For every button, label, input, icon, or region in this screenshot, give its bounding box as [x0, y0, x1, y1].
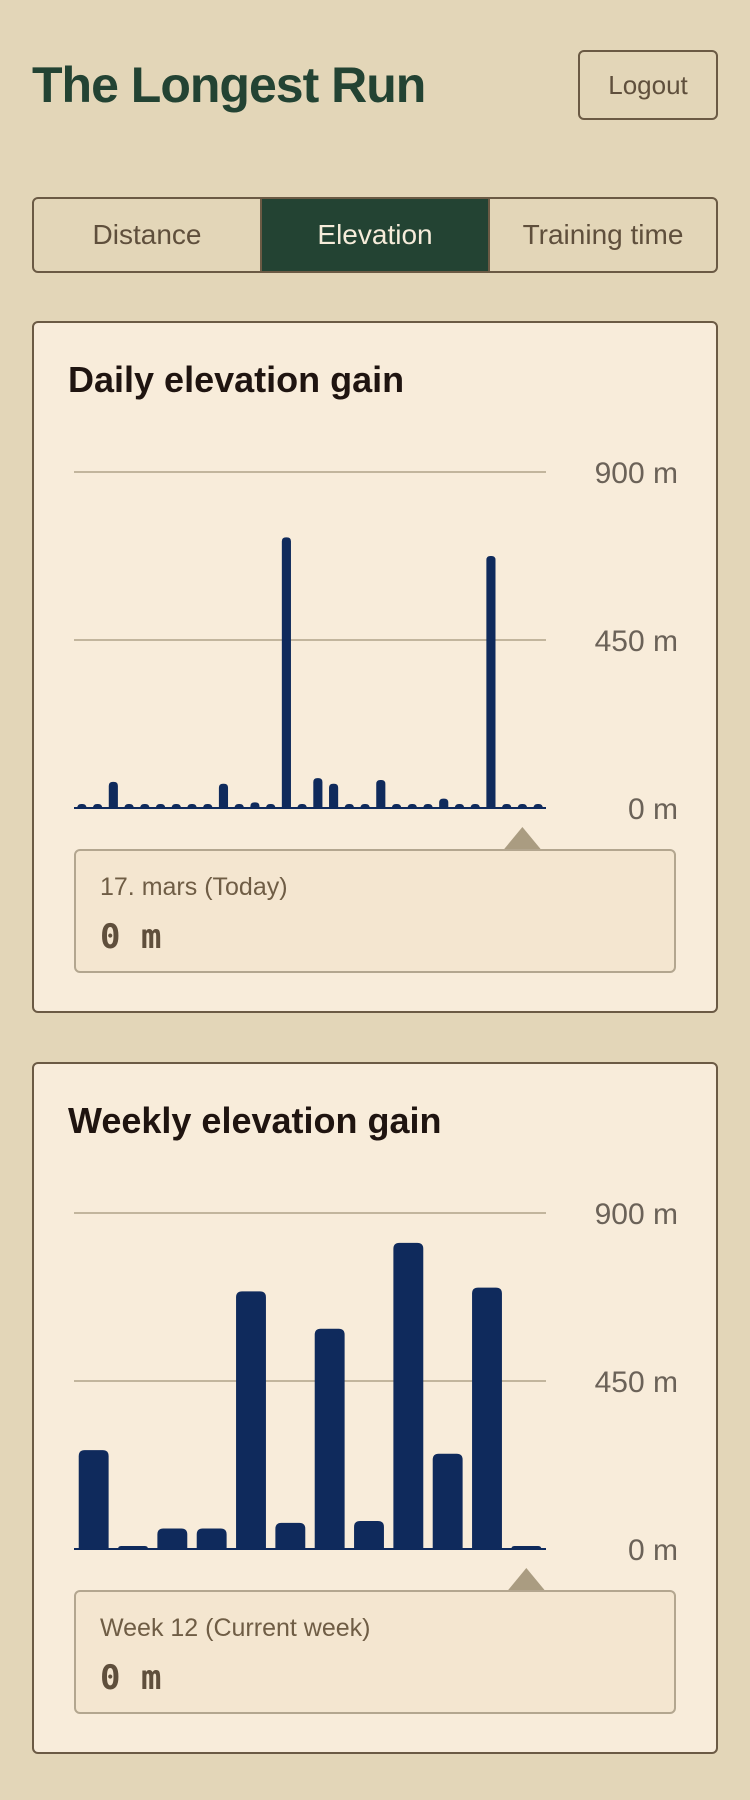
weekly-bar	[275, 1522, 306, 1549]
weekly-bar	[314, 1328, 345, 1549]
weekly-bar	[236, 1291, 266, 1549]
weekly-bar	[393, 1242, 424, 1549]
tab-distance[interactable]: Distance	[34, 199, 260, 271]
weekly-bar	[78, 1450, 109, 1549]
daily-ytick-label: 450 m	[595, 625, 678, 658]
daily-bar	[108, 781, 118, 808]
weekly-tooltip-label: Week 12 (Current week)	[100, 1614, 371, 1642]
tab-elevation[interactable]: Elevation	[260, 199, 488, 271]
metric-tabs: Distance Elevation Training time	[32, 197, 718, 273]
weekly-tooltip-value: 0 m	[100, 1658, 162, 1698]
daily-bar	[376, 780, 386, 808]
daily-ytick-label: 0 m	[628, 793, 678, 826]
header: The Longest Run Logout	[32, 48, 718, 124]
weekly-bar	[472, 1287, 502, 1549]
weekly-ytick-label: 450 m	[595, 1366, 678, 1399]
daily-bar	[439, 798, 449, 808]
daily-bar	[329, 783, 339, 808]
daily-bar	[313, 778, 323, 808]
weekly-ytick-label: 0 m	[628, 1534, 678, 1567]
weekly-bar	[354, 1521, 384, 1549]
weekly-elevation-card: Weekly elevation gain 900 m 450 m0 m Week…	[32, 1062, 718, 1754]
app-title: The Longest Run	[32, 57, 426, 113]
logout-button[interactable]: Logout	[578, 50, 718, 120]
weekly-bar	[196, 1528, 227, 1549]
daily-tooltip: 17. mars (Today) 0 m	[74, 849, 676, 973]
daily-bar	[218, 783, 229, 808]
tab-training-time[interactable]: Training time	[488, 199, 716, 271]
daily-tooltip-value: 0 m	[100, 917, 162, 957]
weekly-bar	[157, 1528, 188, 1549]
weekly-bar	[432, 1453, 463, 1549]
daily-bar	[281, 537, 291, 808]
daily-bar	[486, 556, 496, 808]
weekly-elevation-chart[interactable]: 900 m 450 m 0 m	[34, 1064, 720, 1604]
weekly-selection-pointer	[507, 1568, 546, 1591]
daily-elevation-chart[interactable]: 900 m 450 m 0 m	[34, 323, 720, 863]
weekly-tooltip: Week 12 (Current week) 0 m	[74, 1590, 676, 1714]
weekly-ytick-label: 900 m	[595, 1198, 678, 1231]
daily-selection-pointer	[503, 827, 542, 850]
daily-tooltip-label: 17. mars (Today)	[100, 873, 288, 901]
app-page: The Longest Run Logout Distance Elevatio…	[0, 0, 750, 1800]
daily-elevation-card: Daily elevation gain 900 m 450 m0 m 17. m…	[32, 321, 718, 1013]
daily-ytick-label: 900 m	[595, 457, 678, 490]
